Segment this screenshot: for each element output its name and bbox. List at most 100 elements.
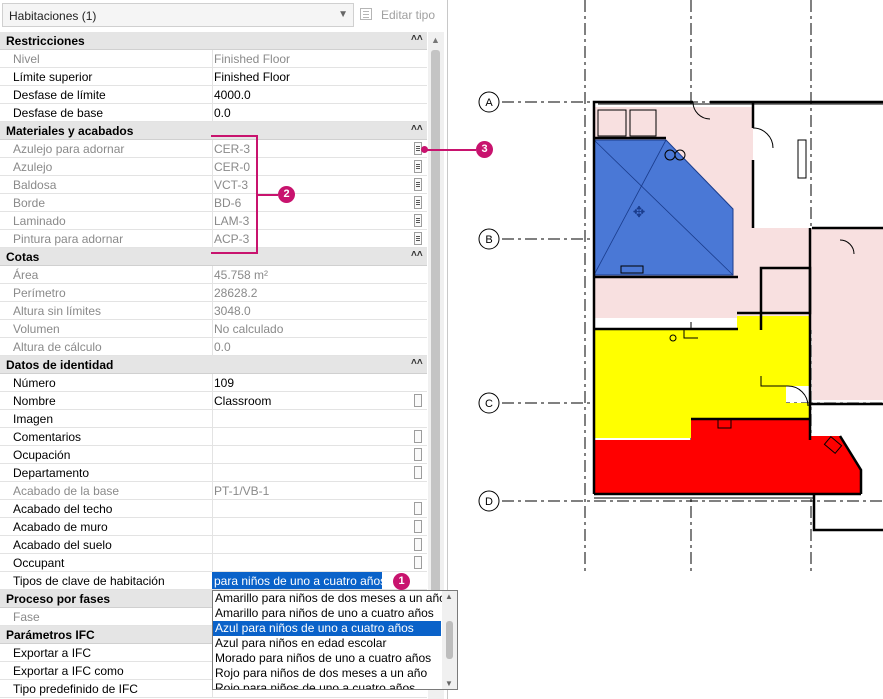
property-value: 0.0 — [214, 340, 231, 354]
chevron-down-icon[interactable]: ▼ — [338, 9, 348, 20]
browse-button-icon[interactable] — [414, 214, 422, 227]
property-row[interactable]: Nombre Classroom — [0, 392, 427, 410]
group-title: Cotas — [6, 250, 40, 264]
property-row[interactable]: Imagen — [0, 410, 427, 428]
callout-badge-1: 1 — [393, 573, 410, 590]
group-title: Materiales y acabados — [6, 124, 134, 138]
property-value: 3048.0 — [214, 304, 251, 318]
property-name: Acabado de la base — [13, 484, 120, 498]
property-row[interactable]: Departamento — [0, 464, 427, 482]
property-name: Fase — [13, 610, 40, 624]
room-pink-2[interactable] — [812, 236, 883, 400]
property-row[interactable]: Volumen No calculado — [0, 320, 427, 338]
group-title: Proceso por fases — [6, 592, 111, 606]
property-name: Exportar a IFC — [13, 646, 92, 660]
property-row[interactable]: Límite superior Finished Floor — [0, 68, 427, 86]
property-row[interactable]: Desfase de base 0.0 — [0, 104, 427, 122]
browse-button-icon[interactable] — [414, 466, 422, 479]
property-name: Altura sin límites — [13, 304, 102, 318]
group-restricciones[interactable]: Restricciones ˄˄ — [0, 32, 427, 50]
grid-label-c: C — [485, 398, 493, 410]
collapse-icon[interactable]: ˄˄ — [411, 33, 423, 44]
browse-button-icon[interactable] — [414, 538, 422, 551]
browse-button-icon[interactable] — [414, 520, 422, 533]
property-name: Pintura para adornar — [13, 232, 124, 246]
grid-label-d: D — [485, 496, 493, 508]
property-name: Límite superior — [13, 70, 93, 84]
browse-button-icon[interactable] — [414, 448, 422, 461]
browse-button-icon[interactable] — [414, 556, 422, 569]
type-selector[interactable]: Habitaciones (1) ▼ — [2, 3, 354, 27]
property-name: Azulejo — [13, 160, 53, 174]
grid-label-a: A — [485, 97, 493, 109]
property-value[interactable]: 4000.0 — [214, 88, 251, 102]
property-row-room-key[interactable]: Tipos de clave de habitación para niños … — [0, 572, 427, 590]
property-name: Perímetro — [13, 286, 66, 300]
dropdown-option[interactable]: Rojo para niños de uno a cuatro años — [213, 681, 441, 689]
room-key-value: para niños de uno a cuatro años — [214, 574, 382, 588]
dropdown-option[interactable]: Morado para niños de uno a cuatro años — [213, 651, 441, 666]
property-row[interactable]: Altura sin límites 3048.0 — [0, 302, 427, 320]
dropdown-option[interactable]: Amarillo para niños de dos meses a un añ… — [213, 591, 446, 606]
property-value: Finished Floor — [214, 52, 291, 66]
property-row[interactable]: Acabado de la base PT-1/VB-1 — [0, 482, 427, 500]
room-key-dropdown[interactable]: Amarillo para niños de dos meses a un añ… — [212, 590, 458, 690]
property-name: Laminado — [13, 214, 66, 228]
floor-plan-drawing[interactable]: ✥ A B C D — [448, 0, 883, 699]
browse-button-icon[interactable] — [414, 178, 422, 191]
property-name: Área — [13, 268, 39, 282]
collapse-icon[interactable]: ˄˄ — [411, 123, 423, 134]
browse-button-icon[interactable] — [414, 160, 422, 173]
property-name: Tipo predefinido de IFC — [13, 682, 138, 696]
property-row[interactable]: Comentarios — [0, 428, 427, 446]
property-name: Desfase de base — [13, 106, 104, 120]
collapse-icon[interactable]: ˄˄ — [411, 357, 423, 368]
edit-type-label: Editar tipo — [381, 8, 436, 22]
property-row[interactable]: Desfase de límite 4000.0 — [0, 86, 427, 104]
dropdown-option[interactable]: Rojo para niños de dos meses a un año — [213, 666, 441, 681]
dropdown-option[interactable]: Azul para niños en edad escolar — [213, 636, 441, 651]
property-value: 45.758 m² — [214, 268, 269, 282]
property-row[interactable]: Acabado del suelo — [0, 536, 427, 554]
property-value[interactable]: Classroom — [214, 394, 271, 408]
property-row[interactable]: Número 109 — [0, 374, 427, 392]
property-row[interactable]: Occupant — [0, 554, 427, 572]
collapse-icon[interactable]: ˄˄ — [411, 249, 423, 260]
property-name: Acabado del techo — [13, 502, 113, 516]
property-name: Nivel — [13, 52, 40, 66]
room-key-value-field[interactable]: para niños de uno a cuatro años — [212, 572, 382, 589]
property-name: Acabado del suelo — [13, 538, 112, 552]
browse-button-icon[interactable] — [414, 232, 422, 245]
edit-type-button[interactable]: Editar tipo — [358, 3, 440, 27]
property-row[interactable]: Acabado de muro — [0, 518, 427, 536]
type-selector-label: Habitaciones (1) — [9, 9, 97, 23]
property-value[interactable]: Finished Floor — [214, 70, 290, 84]
scroll-up-icon[interactable]: ▲ — [431, 35, 440, 45]
browse-button-icon[interactable] — [414, 430, 422, 443]
dropdown-option[interactable]: Amarillo para niños de uno a cuatro años — [213, 606, 441, 621]
property-name: Baldosa — [13, 178, 57, 192]
group-identidad[interactable]: Datos de identidad ˄˄ — [0, 356, 427, 374]
materials-bracket — [211, 135, 258, 254]
property-row[interactable]: Altura de cálculo 0.0 — [0, 338, 427, 356]
grid-label-b: B — [485, 234, 492, 246]
property-name: Imagen — [13, 412, 54, 426]
browse-button-icon[interactable] — [414, 196, 422, 209]
scrollbar-thumb[interactable] — [431, 50, 440, 610]
property-name: Desfase de límite — [13, 88, 106, 102]
browse-button-icon[interactable] — [414, 502, 422, 515]
move-cross-icon[interactable]: ✥ — [633, 204, 646, 221]
property-row[interactable]: Nivel Finished Floor — [0, 50, 427, 68]
dropdown-option-selected[interactable]: Azul para niños de uno a cuatro años — [213, 621, 441, 636]
property-row[interactable]: Acabado del techo — [0, 500, 427, 518]
property-value[interactable]: 109 — [214, 376, 234, 390]
property-row[interactable]: Perímetro 28628.2 — [0, 284, 427, 302]
property-name: Ocupación — [13, 448, 71, 462]
property-value: No calculado — [214, 322, 284, 336]
group-title: Restricciones — [6, 34, 85, 48]
property-row[interactable]: Área 45.758 m² — [0, 266, 427, 284]
browse-button-icon[interactable] — [414, 394, 422, 407]
property-name: Comentarios — [13, 430, 82, 444]
property-value[interactable]: 0.0 — [214, 106, 231, 120]
property-row[interactable]: Ocupación — [0, 446, 427, 464]
